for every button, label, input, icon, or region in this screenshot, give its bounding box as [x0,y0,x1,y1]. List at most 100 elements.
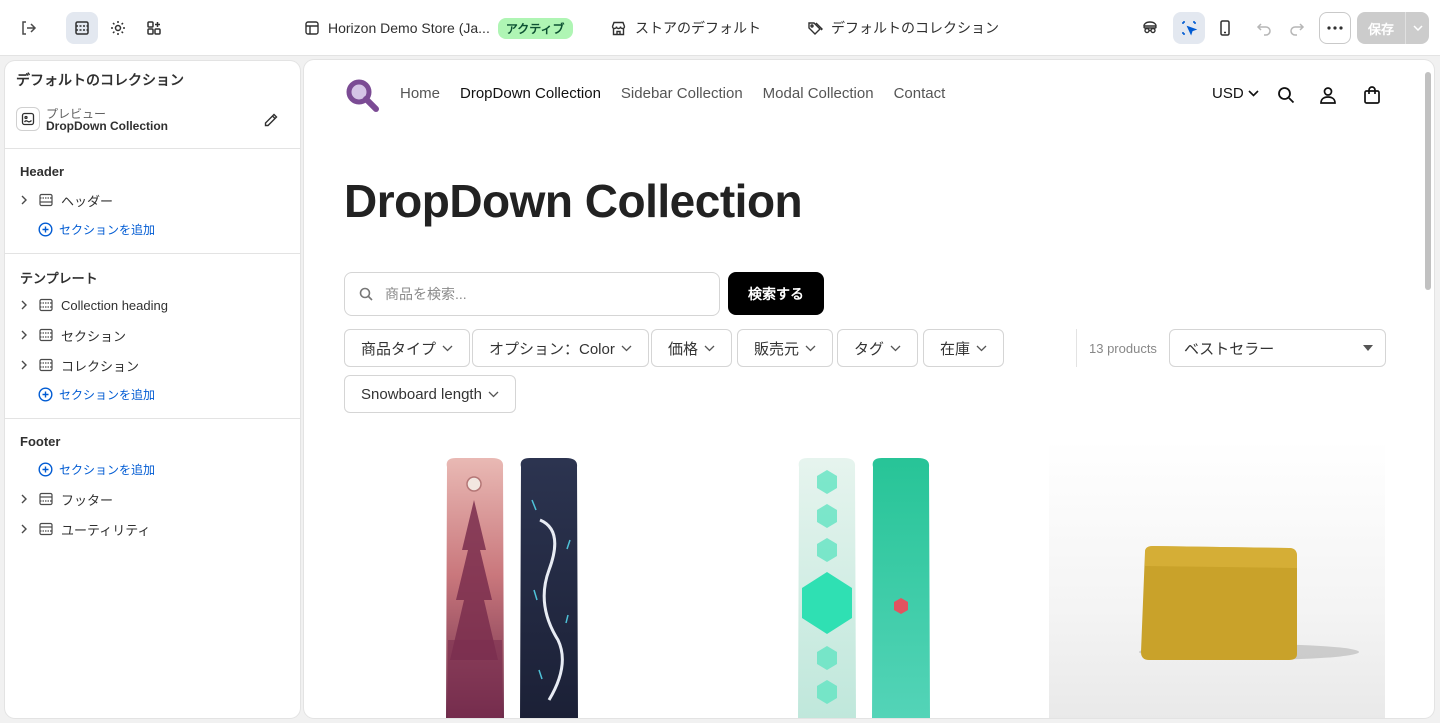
section-label: フッター [61,492,114,508]
filter-label: 販売元 [754,340,800,358]
edit-preview-button[interactable] [261,110,281,130]
add-section-label: セクションを追加 [59,387,156,402]
more-actions-button[interactable] [1319,12,1351,44]
mobile-preview-button[interactable] [1209,12,1241,44]
product-search-input[interactable] [385,286,685,302]
sections-button[interactable] [66,12,98,44]
inspect-icon [1143,21,1157,34]
section-icon [39,298,53,312]
store-logo[interactable] [344,77,380,113]
store-default-label: ストアのデフォルト [635,20,761,36]
selection-icon [1182,21,1198,36]
divider [5,418,300,419]
filter-label: 在庫 [940,340,971,358]
search-icon [1278,87,1295,104]
divider [5,253,300,254]
nav-link-dropdown-collection[interactable]: DropDown Collection [460,85,601,102]
preview-value[interactable]: DropDown Collection [46,119,168,133]
filter-option-color[interactable]: オプション：Color [472,329,649,367]
chevron-right-icon [21,524,27,534]
chevron-down-icon [1248,90,1259,97]
store-layout-icon [305,21,319,35]
section-item-section[interactable]: セクション [20,322,126,348]
selection-tool-button[interactable] [1173,12,1205,44]
section-label: ヘッダー [61,193,114,209]
tags-icon [808,21,823,35]
cart-button[interactable] [1360,83,1384,107]
add-section-header-button[interactable]: セクションを追加 [38,219,155,239]
footer-section-icon [39,522,53,536]
product-image-snowboards-forest-oxygen [446,458,578,718]
nav-link-contact[interactable]: Contact [894,85,946,102]
chevron-down-icon [704,345,715,351]
exit-button[interactable] [12,12,44,44]
store-selector[interactable]: Horizon Demo Store (Ja... アクティブ [304,12,573,44]
redo-button[interactable] [1281,12,1313,44]
preview-scrollbar[interactable] [1425,72,1431,290]
chevron-down-icon [442,345,453,351]
filter-label: 価格 [668,340,699,358]
nav-link-home[interactable]: Home [400,85,440,102]
theme-settings-button[interactable] [102,12,134,44]
apps-icon [147,21,161,35]
gear-icon [111,21,125,35]
undo-button[interactable] [1248,12,1280,44]
product-count: 13 products [1089,341,1157,356]
chevron-down-icon [805,345,816,351]
apps-button[interactable] [138,12,170,44]
filter-label: タグ [854,340,885,358]
sort-select[interactable]: ベストセラー [1169,329,1386,367]
save-button-group: 保存 [1357,12,1429,44]
section-item-header[interactable]: ヘッダー [20,187,113,213]
header-section-icon [39,193,53,207]
mobile-icon [1220,20,1230,36]
product-card[interactable] [1049,440,1385,718]
group-title-footer: Footer [20,434,61,449]
filter-snowboard-length[interactable]: Snowboard length [344,375,516,413]
inspector-button[interactable] [1134,12,1166,44]
chevron-right-icon [21,195,27,205]
bag-icon [1364,86,1380,104]
nav-link-modal-collection[interactable]: Modal Collection [763,85,874,102]
chevron-down-icon [488,391,499,397]
undo-icon [1256,23,1271,36]
sort-value: ベストセラー [1184,340,1275,358]
plus-circle-icon [38,461,53,477]
search-submit-button[interactable]: 検索する [728,272,824,315]
store-search-button[interactable] [1274,83,1298,107]
footer-section-icon [39,492,53,506]
caret-down-icon [1363,345,1373,351]
filter-product-type[interactable]: 商品タイプ [344,329,471,367]
section-item-utility[interactable]: ユーティリティ [20,516,150,542]
chevron-right-icon [21,300,27,310]
add-section-template-button[interactable]: セクションを追加 [38,384,155,404]
chevron-right-icon [21,330,27,340]
product-card[interactable] [697,440,1033,718]
filter-label: Snowboard length [361,385,482,403]
section-item-collection-heading[interactable]: Collection heading [20,292,168,318]
group-title-template: テンプレート [20,271,98,286]
account-button[interactable] [1316,83,1340,107]
filter-availability[interactable]: 在庫 [923,329,1005,367]
filter-price[interactable]: 価格 [651,329,733,367]
nav-link-sidebar-collection[interactable]: Sidebar Collection [621,85,743,102]
save-button[interactable]: 保存 [1357,12,1405,44]
store-default-selector[interactable]: ストアのデフォルト [610,12,761,44]
filter-vendor[interactable]: 販売元 [737,329,834,367]
currency-value: USD [1212,85,1244,102]
currency-selector[interactable]: USD [1212,85,1259,102]
product-search-field[interactable] [344,272,720,316]
add-section-footer-button[interactable]: セクションを追加 [38,459,155,479]
sections-sidebar: デフォルトのコレクション プレビュー DropDown Collection H… [5,61,300,718]
page-title: DropDown Collection [344,175,803,227]
section-item-collection[interactable]: コレクション [20,352,139,378]
section-icon [39,358,53,372]
filter-label: 商品タイプ [361,340,437,358]
exit-icon [22,21,37,35]
section-item-footer[interactable]: フッター [20,486,113,512]
editor-topbar: Horizon Demo Store (Ja... アクティブ ストアのデフォル… [0,0,1440,56]
save-options-button[interactable] [1405,12,1429,44]
product-card[interactable] [344,440,680,718]
template-selector[interactable]: デフォルトのコレクション [806,12,999,44]
filter-tag[interactable]: タグ [837,329,919,367]
